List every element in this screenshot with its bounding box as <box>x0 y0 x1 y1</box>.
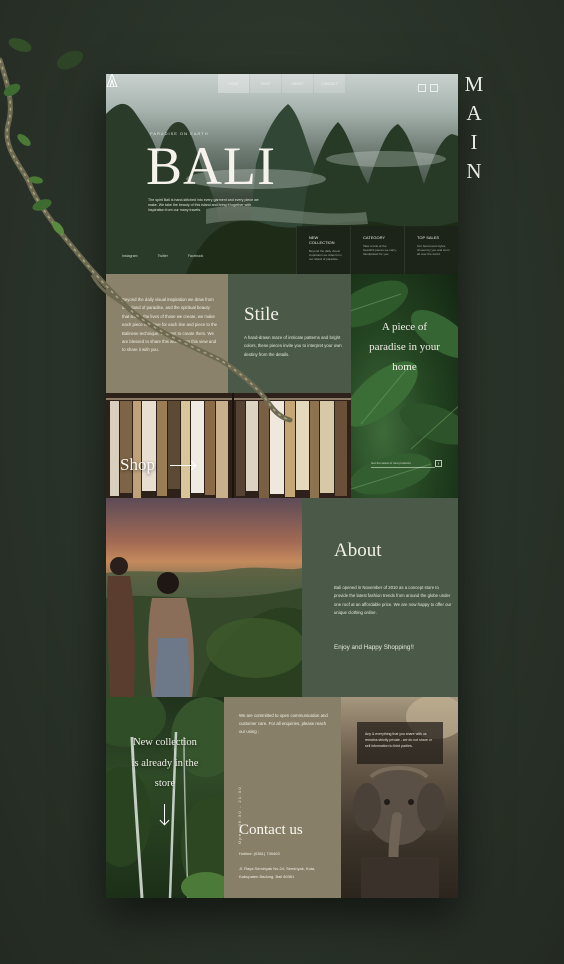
contact-hotline[interactable]: Hotline: (0361) 739403 <box>239 851 280 856</box>
about-title: About <box>334 540 382 561</box>
card-text: Our best-loved styles, chosen by you and… <box>417 244 450 257</box>
contact-commitment: We are committed to open communication a… <box>239 713 328 735</box>
nav-contact[interactable]: CONTACT <box>314 74 345 93</box>
about-text: Bali opened in November of 2010 as a con… <box>334 585 452 616</box>
travelers-photo <box>106 498 302 697</box>
card-top-sales[interactable]: TOP SALES Our best-loved styles, chosen … <box>404 226 458 274</box>
card-title: NEW COLLECTION <box>309 235 335 245</box>
hero-cards: NEW COLLECTION Beyond the daily visual i… <box>296 226 458 274</box>
side-title-letter: I <box>470 130 480 154</box>
card-text: Beyond the daily visual inspiration we d… <box>309 249 342 262</box>
side-title-letter: N <box>466 159 484 183</box>
side-title-letter: A <box>466 101 484 125</box>
stile-text: A hand-drawn maze of intricate patterns … <box>244 335 342 357</box>
new-collection-title: New collection is already in the store <box>131 737 199 789</box>
social-links: Instagram Twitter Facebook <box>122 254 203 258</box>
beyond-text: Beyond the daily visual inspiration we d… <box>122 297 218 353</box>
brand-logo-icon[interactable] <box>106 74 118 87</box>
nav-about[interactable]: ABOUT <box>282 74 313 93</box>
arrow-down-icon <box>164 804 165 824</box>
card-text: Take a look at the beautiful pieces we c… <box>363 244 397 257</box>
contact-title: Contact us <box>239 822 303 838</box>
newsletter-input[interactable]: Get the latest of new products <box>371 459 435 468</box>
waterfall-image <box>106 697 224 898</box>
contact-section: We are committed to open communication a… <box>224 697 341 898</box>
shop-label: Shop <box>120 455 155 474</box>
beyond-section: Beyond the daily visual inspiration we d… <box>106 274 228 393</box>
top-nav: HOME SHOP ABOUT CONTACT <box>218 74 345 93</box>
contact-address: Jl. Raya Seminyak No.24, Seminyak, Kuta,… <box>239 866 316 880</box>
hero-intro: The spirit Bali is hand-stitched into ev… <box>148 198 259 213</box>
stile-section: Stile A hand-drawn maze of intricate pat… <box>228 274 351 393</box>
card-category[interactable]: CATEGORY Take a look at the beautiful pi… <box>350 226 404 274</box>
hero-section: HOME SHOP ABOUT CONTACT PARADISE ON EART… <box>106 74 458 274</box>
privacy-note: Any & everything that you share with us … <box>357 722 443 764</box>
clothing-rack-image <box>106 393 351 498</box>
privacy-note-text: Any & everything that you share with us … <box>365 732 432 748</box>
nav-shop[interactable]: SHOP <box>250 74 281 93</box>
card-title: TOP SALES <box>417 235 440 240</box>
social-link-instagram[interactable]: Instagram <box>122 254 138 258</box>
social-link-facebook[interactable]: Facebook <box>188 254 203 258</box>
about-section: About Bali opened in November of 2010 as… <box>302 498 458 697</box>
card-new-collection[interactable]: NEW COLLECTION Beyond the daily visual i… <box>296 226 350 274</box>
stile-title: Stile <box>244 304 279 325</box>
cart-icon[interactable] <box>430 84 438 92</box>
landscape-image <box>106 557 302 697</box>
card-title: CATEGORY <box>363 235 386 240</box>
search-icon[interactable] <box>418 84 426 92</box>
ganesh-statue-section: Any & everything that you share with us … <box>341 697 458 898</box>
nav-home[interactable]: HOME <box>218 74 249 93</box>
arrow-right-icon <box>170 465 195 466</box>
website-mockup: HOME SHOP ABOUT CONTACT PARADISE ON EART… <box>106 74 458 898</box>
paradise-section: A piece of paradise in your home Get the… <box>351 274 458 498</box>
side-title-letter: M <box>464 72 486 96</box>
hero-title: BALI <box>146 136 276 196</box>
side-title: M A I N <box>458 70 492 186</box>
social-link-twitter[interactable]: Twitter <box>158 254 168 258</box>
top-icons <box>418 84 438 92</box>
newsletter-submit-button[interactable]: › <box>435 460 442 467</box>
new-collection-section[interactable]: New collection is already in the store <box>106 697 224 898</box>
shop-section[interactable]: Shop <box>106 393 351 498</box>
paradise-title: A piece of paradise in your home <box>369 321 440 373</box>
about-enjoy: Enjoy and Happy Shopping!! <box>334 644 414 651</box>
